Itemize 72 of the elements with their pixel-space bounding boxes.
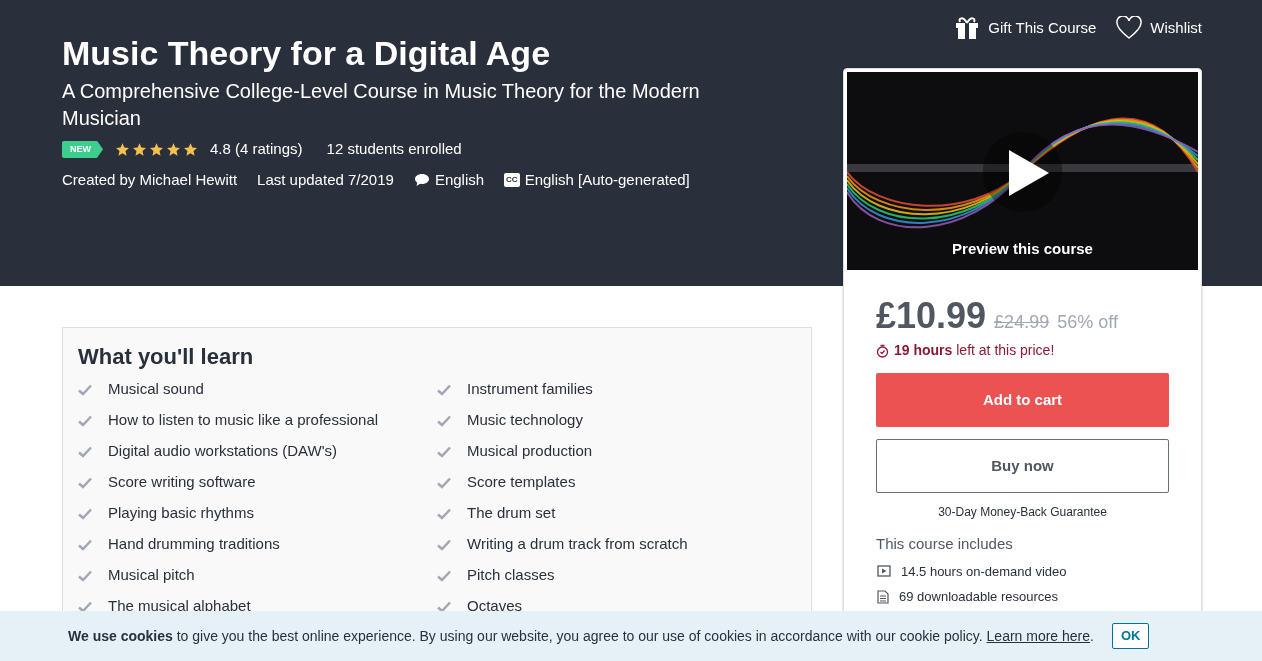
original-price: £24.99	[994, 311, 1050, 334]
add-to-cart-button[interactable]: Add to cart	[876, 373, 1169, 427]
learn-item: Music technology	[467, 410, 583, 431]
check-icon	[78, 507, 92, 520]
header-link[interactable]: Wishlist	[1116, 10, 1202, 46]
learn-item: Musical sound	[108, 379, 204, 400]
course-title: Music Theory for a Digital Age	[62, 33, 552, 74]
course-meta: Last updated 7/2019	[257, 169, 394, 190]
course-meta: Created by Michael Hewitt	[62, 169, 238, 190]
course-meta: English [Auto-generated]	[524, 169, 690, 190]
check-icon	[437, 600, 451, 613]
check-icon	[78, 383, 92, 396]
timer-text: 19 hours left at this price!	[894, 341, 1055, 360]
check-icon	[78, 445, 92, 458]
learn-item: The drum set	[467, 503, 556, 524]
discount: 56% off	[1057, 311, 1118, 334]
learn-item: Hand drumming traditions	[108, 534, 280, 555]
cookie-text: We use cookies to give you the best online experience. By using our website, you agree to our use of cookies in accordance with our cookie policy. Learn more here.	[68, 626, 1094, 646]
learn-item: Pitch classes	[467, 565, 555, 586]
learn-item: Writing a drum track from scratch	[467, 534, 688, 555]
learn-item: Musical pitch	[108, 565, 195, 586]
ok-button[interactable]: OK	[1111, 623, 1150, 649]
play-icon	[1007, 148, 1051, 198]
check-icon	[78, 414, 92, 427]
check-icon	[78, 476, 92, 489]
learn-item: Instrument families	[467, 379, 593, 400]
learn-item: Octaves	[467, 596, 523, 617]
learn-item: Playing basic rhythms	[108, 503, 254, 524]
speech-bubble-icon	[413, 172, 430, 187]
preview-video[interactable]: Preview this course	[847, 72, 1198, 270]
learn-item: Musical production	[467, 441, 593, 462]
includes-item: 69 downloadable resources	[899, 588, 1058, 606]
check-icon	[437, 507, 451, 520]
star-icon	[115, 141, 130, 157]
check-icon	[78, 569, 92, 582]
learn-item: Digital audio workstations (DAW's)	[108, 441, 338, 462]
learn-title: What you'll learn	[78, 343, 255, 371]
check-icon	[437, 445, 451, 458]
check-icon	[78, 538, 92, 551]
star-icon	[183, 141, 198, 157]
course-meta: English	[434, 169, 485, 190]
buy-now-button[interactable]: Buy now	[876, 439, 1169, 493]
check-icon	[437, 538, 451, 551]
includes-item: 14.5 hours on-demand video	[901, 562, 1067, 581]
star-icon	[166, 141, 181, 157]
file-icon	[877, 589, 889, 604]
includes-title: This course includes	[876, 534, 1014, 554]
preview-label: Preview this course	[951, 238, 1094, 259]
enrolled-count: 12 students enrolled	[326, 139, 462, 159]
captions-icon: CC	[504, 172, 520, 187]
rating-text: 4.8 (4 ratings)	[210, 139, 303, 159]
star-icon	[132, 141, 147, 157]
check-icon	[78, 600, 92, 613]
learn-item: Score writing software	[108, 472, 256, 493]
new-badge: NEW	[62, 140, 103, 158]
header-link[interactable]: Gift This Course	[954, 10, 1097, 46]
heart-icon	[1116, 16, 1143, 40]
check-icon	[437, 414, 451, 427]
course-subtitle: A Comprehensive College-Level Course in Music Theory for the Modern Musician	[62, 79, 701, 131]
guarantee-text: 30-Day Money-Back Guarantee	[937, 504, 1108, 521]
check-icon	[437, 569, 451, 582]
current-price: £10.99	[876, 294, 987, 338]
check-icon	[437, 383, 451, 396]
check-icon	[437, 476, 451, 489]
timer-icon	[876, 343, 889, 358]
gift-icon	[954, 16, 981, 40]
star-icon	[149, 141, 164, 157]
learn-more-link[interactable]: Learn more here	[986, 627, 1091, 644]
learn-item: The musical alphabet	[108, 596, 251, 617]
video-icon	[877, 565, 891, 578]
learn-item: How to listen to music like a professional	[108, 410, 379, 431]
learn-item: Score templates	[467, 472, 576, 493]
